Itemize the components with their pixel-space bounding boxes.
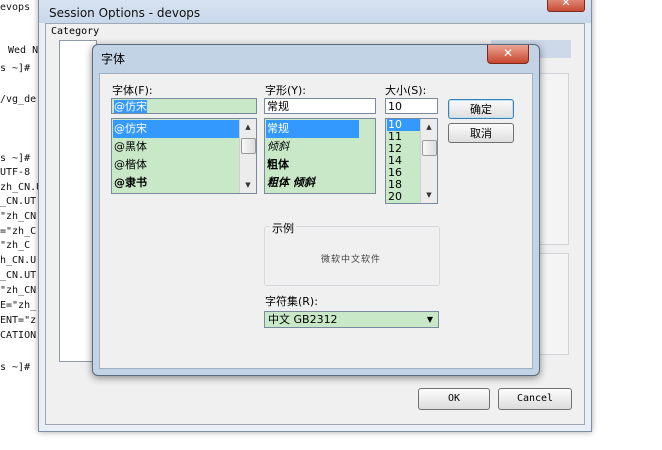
session-cancel-button[interactable]: Cancel <box>498 388 572 410</box>
font-close-button[interactable]: ✕ <box>487 45 529 64</box>
session-ok-button[interactable]: OK <box>418 388 490 410</box>
session-title-bar[interactable]: Session Options - devops <box>39 0 591 23</box>
sample-preview-text: 微软中文软件 <box>320 255 381 265</box>
size-list-item[interactable]: 20 <box>387 191 420 203</box>
font-name-value: @仿宋 <box>114 100 147 113</box>
charset-label: 字符集(R): <box>265 295 318 308</box>
terminal-line: Wed N <box>8 45 39 56</box>
style-label: 字形(Y): <box>265 84 307 97</box>
font-style-list[interactable]: 常规 倾斜 粗体 粗体 倾斜 <box>264 118 376 194</box>
terminal-tab-fragment: evops ( <box>0 2 43 13</box>
style-list-item[interactable]: 粗体 倾斜 <box>266 174 359 192</box>
scroll-down-icon[interactable]: ▼ <box>240 177 256 193</box>
terminal-line: h_CN.U <box>0 255 37 266</box>
scroll-down-icon[interactable]: ▼ <box>421 187 437 203</box>
size-list-scrollbar[interactable]: ▲ ▼ <box>420 119 437 203</box>
sample-label: 示例 <box>270 220 296 236</box>
font-dialog-title: 字体 <box>101 52 126 66</box>
scroll-thumb[interactable] <box>241 138 256 154</box>
terminal-line: "zh_CN <box>0 285 37 296</box>
terminal-line: s ~]# <box>0 63 31 74</box>
font-list-item[interactable]: @隶书 <box>113 174 240 192</box>
session-close-button[interactable]: ✕ <box>547 0 585 12</box>
chevron-down-icon[interactable]: ▼ <box>423 312 437 327</box>
font-label: 字体(F): <box>112 84 153 97</box>
terminal-line: zh_CN.U <box>0 182 43 193</box>
font-ok-button[interactable]: 确定 <box>448 99 514 119</box>
terminal-line: ENT="z <box>0 315 37 326</box>
terminal-line: /vg_de <box>0 94 37 105</box>
terminal-line: CATION <box>0 330 37 341</box>
charset-select[interactable]: 中文 GB2312 ▼ <box>264 311 439 328</box>
terminal-line: "zh_CN <box>0 211 37 222</box>
terminal-line: "zh_C <box>0 240 31 251</box>
font-name-list[interactable]: @仿宋 @黑体 @楷体 @隶书 ▲ ▼ <box>111 118 257 194</box>
terminal-line: UTF-8 <box>0 167 31 178</box>
charset-value: 中文 GB2312 <box>268 313 338 326</box>
scroll-thumb[interactable] <box>422 140 437 156</box>
category-label: Category <box>51 26 100 37</box>
terminal-background: evops ( Wed N s ~]# /vg_de s ~]# UTF-8 z… <box>0 0 43 450</box>
style-list-item[interactable]: 倾斜 <box>266 138 359 156</box>
font-list-item[interactable]: @楷体 <box>113 156 240 174</box>
font-list-scrollbar[interactable]: ▲ ▼ <box>239 119 256 193</box>
scroll-up-icon[interactable]: ▲ <box>421 119 437 135</box>
terminal-line: E="zh_ <box>0 300 37 311</box>
size-label: 大小(S): <box>385 84 427 97</box>
style-list-item[interactable]: 常规 <box>266 120 359 138</box>
font-size-input[interactable]: 10 <box>385 98 438 114</box>
terminal-line: ="zh_C <box>0 226 37 237</box>
font-list-item[interactable]: @仿宋 <box>113 120 240 138</box>
scroll-up-icon[interactable]: ▲ <box>240 119 256 135</box>
style-list-item[interactable]: 粗体 <box>266 156 359 174</box>
terminal-line: _CN.UT <box>0 270 37 281</box>
terminal-line: _CN.UT <box>0 196 37 207</box>
font-cancel-button[interactable]: 取消 <box>448 123 514 143</box>
session-title: Session Options - devops <box>49 6 201 20</box>
font-list-item[interactable]: @黑体 <box>113 138 240 156</box>
font-name-input[interactable]: @仿宋 <box>111 98 257 114</box>
terminal-line: s ~]# <box>0 362 31 373</box>
terminal-line: s ~]# <box>0 153 31 164</box>
font-style-input[interactable]: 常规 <box>264 98 376 114</box>
font-size-list[interactable]: 10 11 12 14 16 18 20 ▲ ▼ <box>385 118 438 204</box>
